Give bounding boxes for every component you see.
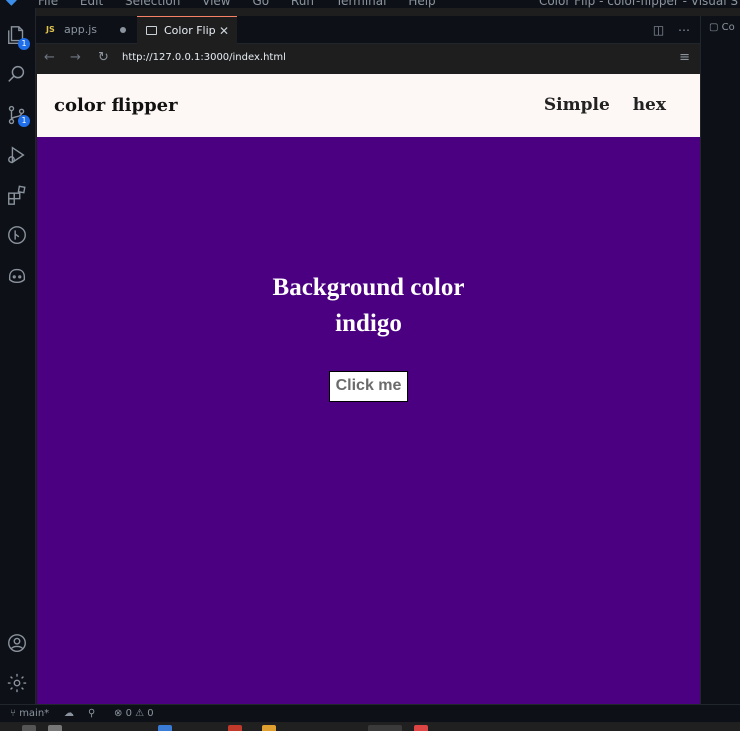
git-graph-icon[interactable] — [6, 224, 30, 248]
activity-bar: 1 1 — [0, 8, 36, 704]
page-brand: color flipper — [54, 95, 178, 116]
taskbar-icon[interactable] — [262, 725, 276, 731]
taskbar-icon[interactable] — [228, 725, 242, 731]
taskbar-icon[interactable] — [158, 725, 172, 731]
page-heading: Background color indigo — [37, 270, 700, 342]
menu-view[interactable]: View — [202, 0, 230, 8]
color-name: indigo — [335, 310, 402, 337]
secondary-panel: ▢ Co — [700, 16, 740, 704]
error-icon: ⊗ — [114, 708, 126, 719]
account-icon[interactable] — [6, 632, 30, 656]
warning-count: 0 — [147, 708, 154, 719]
panel-tab[interactable]: ▢ Co — [709, 22, 735, 33]
sync-cloud-icon[interactable]: ☁ — [64, 705, 74, 723]
nav-link-simple[interactable]: Simple — [544, 95, 610, 115]
more-actions-icon[interactable]: ⋯ — [678, 23, 690, 37]
taskbar-icon[interactable] — [414, 725, 428, 731]
run-debug-icon[interactable] — [6, 144, 30, 168]
tab-app-js[interactable]: JS app.js — [36, 16, 136, 44]
page-nav-links: Simple hex — [527, 95, 666, 115]
extensions-icon[interactable] — [6, 184, 30, 208]
editor-tab-bar: JS app.js Color Flip ✕ ◫ ⋯ — [36, 16, 700, 44]
reload-icon[interactable]: ↻ — [98, 50, 109, 65]
taskbar-icon[interactable] — [48, 725, 62, 731]
page-navbar: color flipper Simple hex — [37, 74, 700, 137]
copilot-icon[interactable] — [6, 264, 30, 288]
page-preview: color flipper Simple hex Background colo… — [37, 74, 700, 704]
tab-label: Color Flip — [164, 24, 216, 37]
unsaved-dot-icon[interactable] — [120, 27, 126, 33]
browser-address-bar: ← → ↻ http://127.0.0.1:3000/index.html ≡ — [36, 44, 700, 74]
hamburger-menu-icon[interactable]: ≡ — [679, 50, 690, 65]
nav-link-hex[interactable]: hex — [633, 95, 666, 115]
tab-label: app.js — [64, 23, 97, 36]
warning-icon: ⚠ — [135, 708, 148, 719]
error-count: 0 — [125, 708, 132, 719]
file-icon: ▢ — [709, 22, 722, 33]
menu-edit[interactable]: Edit — [80, 0, 103, 8]
settings-gear-icon[interactable] — [6, 672, 30, 696]
split-editor-icon[interactable]: ◫ — [653, 23, 664, 37]
problems-indicator[interactable]: ⊗ 0 ⚠ 0 — [114, 705, 154, 723]
title-bar: ◆ File Edit Selection View Go Run Termin… — [0, 0, 740, 8]
click-me-button[interactable]: Click me — [329, 371, 408, 402]
menu-go[interactable]: Go — [252, 0, 269, 8]
vscode-logo-icon: ◆ — [6, 0, 17, 8]
branch-name: main* — [19, 708, 50, 719]
heading-label: Background color — [272, 274, 465, 301]
forward-arrow-icon[interactable]: → — [70, 50, 81, 65]
ports-icon[interactable]: ⚲ — [88, 705, 95, 723]
branch-icon: ⑂ — [10, 708, 20, 719]
url-field[interactable]: http://127.0.0.1:3000/index.html — [122, 52, 286, 63]
javascript-file-icon: JS — [46, 25, 55, 34]
tab-color-flip[interactable]: Color Flip ✕ — [137, 16, 237, 44]
menu-bar: File Edit Selection View Go Run Terminal… — [38, 0, 454, 8]
back-arrow-icon[interactable]: ← — [44, 50, 55, 65]
tab-actions: ◫ ⋯ — [643, 16, 690, 44]
taskbar-icon[interactable] — [368, 725, 402, 731]
menu-file[interactable]: File — [38, 0, 58, 8]
menu-help[interactable]: Help — [408, 0, 435, 8]
menu-selection[interactable]: Selection — [125, 0, 180, 8]
panel-tab-label: Co — [721, 22, 735, 33]
menu-terminal[interactable]: Terminal — [336, 0, 387, 8]
close-icon[interactable]: ✕ — [219, 17, 229, 45]
scm-badge: 1 — [18, 115, 30, 127]
window-title: Color Flip - color-flipper - Visual S — [538, 0, 738, 8]
os-taskbar — [0, 722, 740, 731]
status-bar: ⑂ main* ☁ ⚲ ⊗ 0 ⚠ 0 — [0, 704, 740, 722]
branch-indicator[interactable]: ⑂ main* — [10, 705, 49, 723]
explorer-badge: 1 — [18, 38, 30, 50]
taskbar-icon[interactable] — [22, 725, 36, 731]
search-icon[interactable] — [6, 63, 30, 87]
menu-run[interactable]: Run — [291, 0, 314, 8]
preview-icon — [146, 26, 157, 35]
